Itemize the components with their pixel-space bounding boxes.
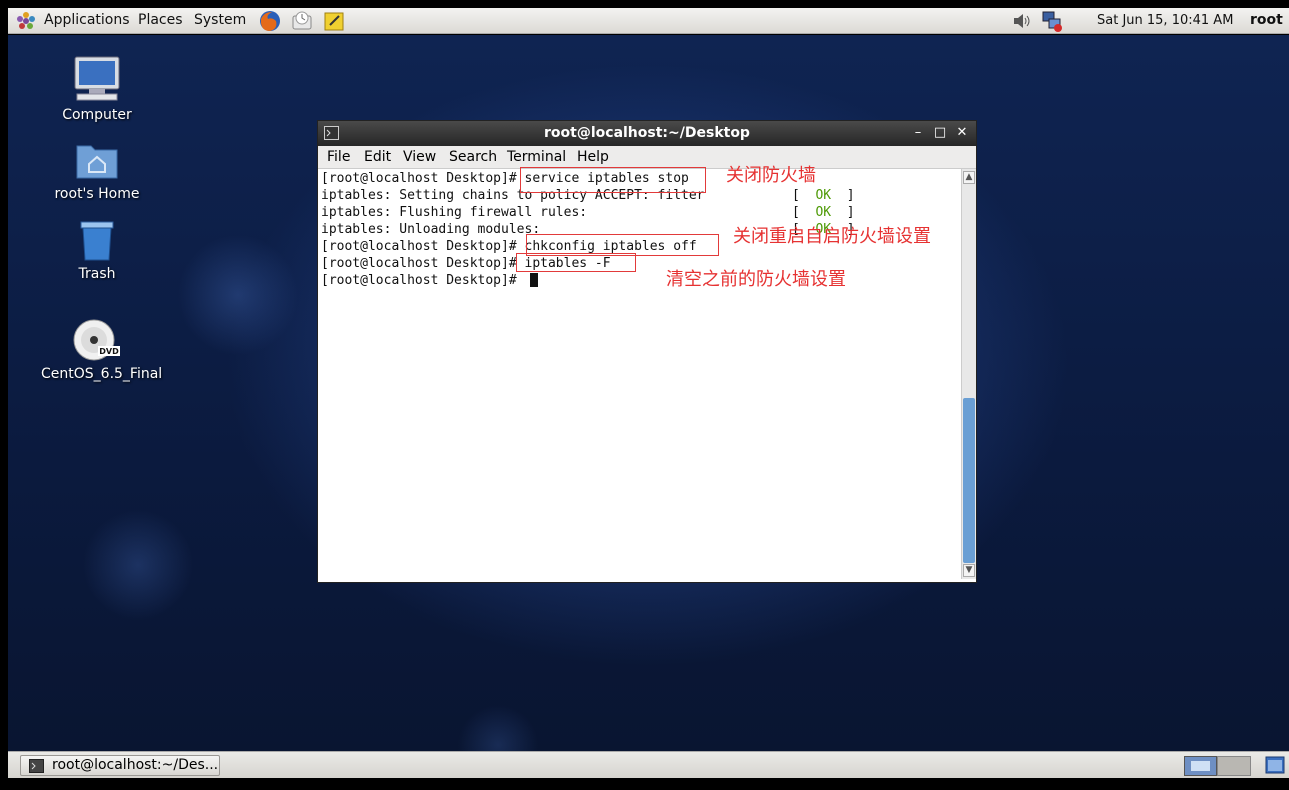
window-title: root@localhost:~/Desktop (544, 125, 750, 141)
menu-applications[interactable]: Applications (44, 12, 130, 28)
terminal-line: [root@localhost Desktop]# (321, 273, 525, 288)
terminal-window: root@localhost:~/Desktop – □ ✕ File Edit… (317, 120, 977, 583)
highlight-box (520, 167, 706, 193)
mail-icon[interactable] (290, 9, 314, 33)
top-panel: Applications Places System Sat Jun 15, 1… (8, 8, 1289, 34)
scroll-down-arrow[interactable]: ▼ (963, 564, 975, 577)
home-folder-icon (76, 145, 118, 179)
scroll-up-arrow[interactable]: ▲ (963, 171, 975, 184)
workspace-2[interactable] (1217, 756, 1251, 776)
menu-places[interactable]: Places (138, 12, 183, 28)
status-ok: [ OK ] (792, 205, 855, 220)
network-icon[interactable] (1040, 9, 1064, 33)
terminal-scrollbar[interactable]: ▲ ▼ (961, 169, 976, 579)
menu-search[interactable]: Search (449, 149, 497, 165)
status-ok: [ OK ] (792, 188, 855, 203)
desktop-icon-trash[interactable]: Trash (42, 218, 152, 282)
terminal-menubar: File Edit View Search Terminal Help (318, 146, 976, 169)
annotation-text: 关闭重启自启防火墙设置 (733, 226, 931, 247)
menu-help[interactable]: Help (577, 149, 609, 165)
menu-system[interactable]: System (194, 12, 246, 28)
workspace-1[interactable] (1184, 756, 1217, 776)
terminal-line: iptables: Flushing firewall rules: (321, 205, 588, 220)
terminal-icon (29, 759, 44, 773)
annotation-text: 清空之前的防火墙设置 (666, 269, 846, 290)
gnome-foot-icon[interactable] (16, 11, 36, 31)
dvd-icon: DVD (73, 319, 120, 361)
desktop-icon-label: root's Home (54, 186, 140, 202)
minimize-button[interactable]: – (910, 125, 926, 141)
maximize-button[interactable]: □ (932, 125, 948, 141)
desktop-icon-dvd[interactable]: DVD CentOS_6.5_Final (41, 318, 163, 382)
user-menu[interactable]: root (1250, 12, 1283, 28)
desktop-icon-computer[interactable]: Computer (42, 55, 152, 123)
clock[interactable]: Sat Jun 15, 10:41 AM (1097, 13, 1233, 28)
highlight-box (516, 253, 636, 272)
text-cursor (530, 273, 538, 287)
annotation-text: 关闭防火墙 (726, 165, 816, 186)
taskbar-item-terminal[interactable]: root@localhost:~/Des... (20, 755, 220, 776)
terminal-line: iptables: Unloading modules: (321, 222, 541, 237)
bottom-panel: root@localhost:~/Des... (8, 751, 1289, 778)
scroll-thumb[interactable] (963, 398, 975, 563)
close-button[interactable]: ✕ (954, 125, 970, 141)
menu-edit[interactable]: Edit (364, 149, 391, 165)
menu-view[interactable]: View (403, 149, 436, 165)
window-titlebar[interactable]: root@localhost:~/Desktop – □ ✕ (318, 121, 976, 146)
desktop-icon-home[interactable]: root's Home (42, 138, 152, 202)
desktop-icon-label: Trash (78, 266, 116, 282)
menu-terminal[interactable]: Terminal (507, 149, 566, 165)
volume-icon[interactable] (1010, 9, 1034, 33)
taskbar-item-label: root@localhost:~/Des... (52, 757, 219, 773)
firefox-icon[interactable] (258, 9, 282, 33)
note-editor-icon[interactable] (322, 9, 346, 33)
desktop-icon-label: CentOS_6.5_Final (41, 366, 163, 382)
computer-icon (74, 56, 120, 101)
trash-icon (80, 221, 114, 261)
menu-file[interactable]: File (327, 149, 350, 165)
show-desktop-icon[interactable] (1265, 755, 1285, 775)
svg-text:DVD: DVD (99, 347, 119, 356)
desktop-icon-label: Computer (62, 107, 132, 123)
